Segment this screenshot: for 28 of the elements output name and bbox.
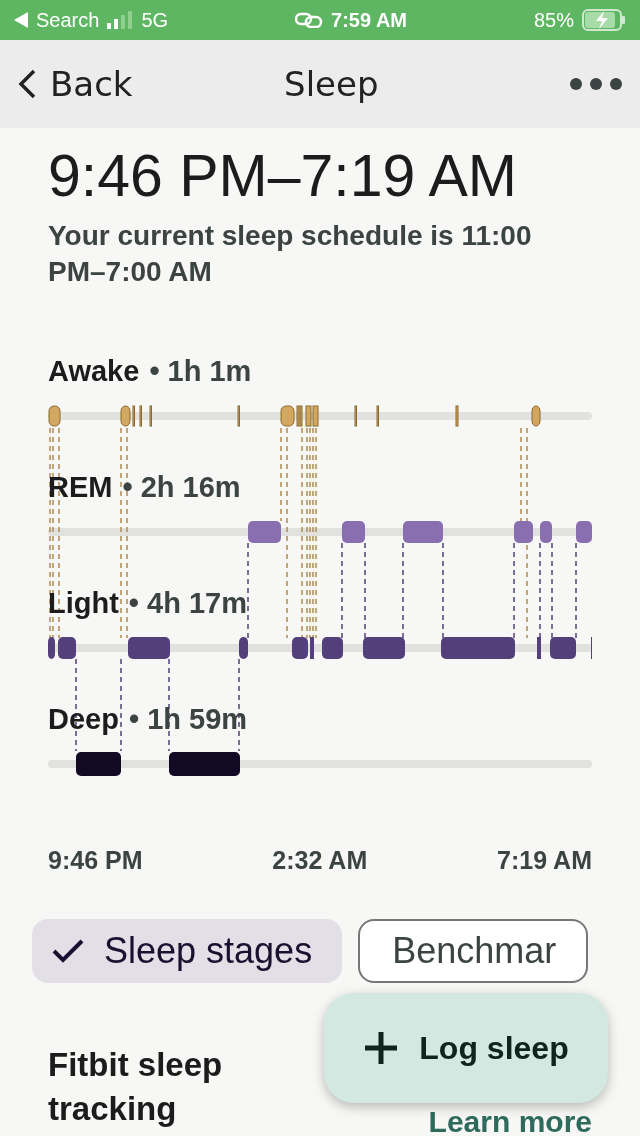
screen-title: Sleep [283, 64, 380, 104]
battery-percent: 85% [534, 8, 574, 32]
battery-charging-icon [582, 9, 626, 31]
time-axis-label: 7:19 AM [497, 846, 592, 875]
stage-label: Deep • 1h 59m [48, 701, 249, 737]
filter-chip[interactable]: Sleep stages [32, 919, 343, 983]
clock-time: 7:59 AM [331, 8, 407, 32]
chevron-left-icon [18, 69, 36, 99]
back-button[interactable]: Back [18, 64, 133, 104]
learn-more-link[interactable]: Learn more [428, 1105, 592, 1136]
network-label: 5G [141, 8, 169, 32]
stage-label: Light • 4h 17m [48, 585, 248, 621]
time-axis-label: 2:32 AM [272, 846, 368, 875]
signal-icon [107, 11, 134, 29]
more-options-button[interactable] [570, 78, 622, 90]
schedule-text: Your current sleep schedule is 11:00 PM–7:00 AM [48, 219, 533, 289]
sleep-time-range: 9:46 PM–7:19 AM [48, 144, 518, 208]
plus-icon [363, 1030, 400, 1066]
link-icon [295, 12, 324, 28]
stage-label: Awake • 1h 1m [48, 353, 253, 389]
filter-chip[interactable]: Benchmar [358, 919, 589, 983]
back-arrow-icon [14, 12, 28, 28]
check-icon [52, 939, 84, 963]
section-title: Fitbit sleep tracking [48, 1045, 224, 1129]
more-dots-icon [570, 78, 622, 90]
log-sleep-button[interactable]: Log sleep [324, 993, 608, 1103]
time-axis-label: 9:46 PM [48, 846, 143, 875]
stage-label: REM • 2h 16m [48, 469, 242, 505]
